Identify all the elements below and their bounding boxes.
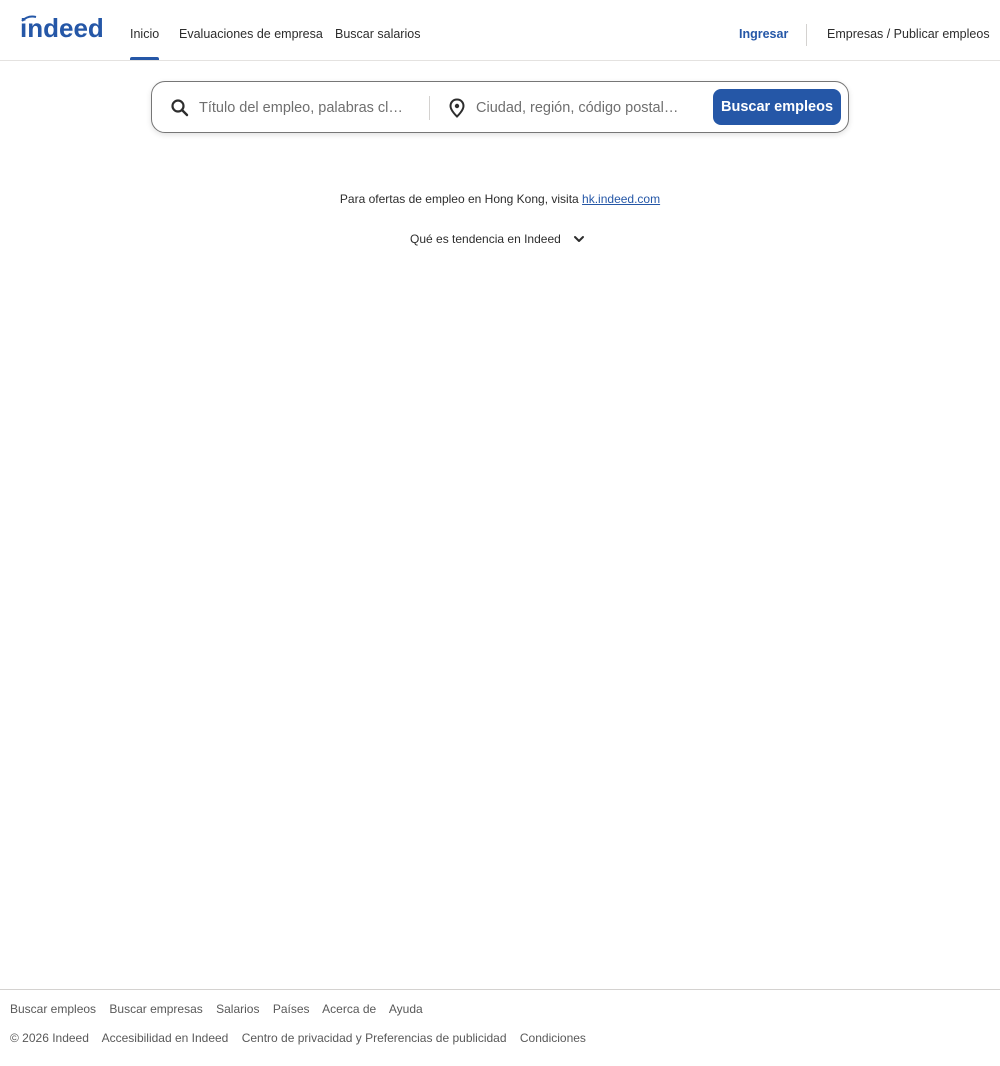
footer-link-companies[interactable]: Buscar empresas	[109, 1002, 202, 1016]
footer-link-terms[interactable]: Condiciones	[520, 1031, 586, 1045]
job-search-form: Buscar empleos	[151, 81, 849, 133]
site-footer: Buscar empleos Buscar empresas Salarios …	[0, 989, 1000, 1066]
where-input[interactable]	[476, 91, 704, 125]
copyright: © 2026 Indeed	[10, 1031, 89, 1045]
signin-link[interactable]: Ingresar	[739, 27, 788, 41]
chevron-down-icon[interactable]	[572, 232, 586, 246]
footer-link-salaries[interactable]: Salarios	[216, 1002, 259, 1016]
notice-text: Para ofertas de empleo en Hong Kong, vis…	[339, 192, 579, 206]
country-notice: Para ofertas de empleo en Hong Kong, vis…	[0, 192, 1000, 206]
footer-link-about[interactable]: Acerca de	[322, 1002, 376, 1016]
search-field-divider	[429, 96, 430, 120]
nav-inicio[interactable]: Inicio	[130, 27, 159, 41]
footer-link-privacy[interactable]: Centro de privacidad y Preferencias de p…	[242, 1031, 507, 1045]
footer-links-row: Buscar empleos Buscar empresas Salarios …	[10, 1002, 433, 1016]
employers-link[interactable]: Empresas / Publicar empleos	[827, 27, 990, 41]
nav-company-reviews[interactable]: Evaluaciones de empresa	[179, 27, 323, 41]
nav-active-indicator	[130, 57, 159, 60]
location-pin-icon	[449, 98, 465, 118]
svg-text:indeed: indeed	[20, 15, 104, 43]
country-site-link[interactable]: hk.indeed.com	[582, 192, 660, 206]
footer-link-help[interactable]: Ayuda	[389, 1002, 423, 1016]
find-jobs-button[interactable]: Buscar empleos	[713, 89, 841, 125]
footer-link-find-jobs[interactable]: Buscar empleos	[10, 1002, 96, 1016]
trending-toggle[interactable]: Qué es tendencia en Indeed	[410, 232, 561, 246]
footer-legal-row: © 2026 Indeed Accesibilidad en Indeed Ce…	[10, 1031, 596, 1045]
footer-link-accessibility[interactable]: Accesibilidad en Indeed	[102, 1031, 229, 1045]
nav-salaries[interactable]: Buscar salarios	[335, 27, 420, 41]
what-input[interactable]	[199, 91, 421, 125]
header-divider	[806, 24, 807, 46]
indeed-logo[interactable]: indeed	[20, 15, 112, 43]
search-icon	[171, 99, 189, 117]
site-header: indeed Inicio Evaluaciones de empresa Bu…	[0, 0, 1000, 61]
footer-link-countries[interactable]: Países	[273, 1002, 310, 1016]
